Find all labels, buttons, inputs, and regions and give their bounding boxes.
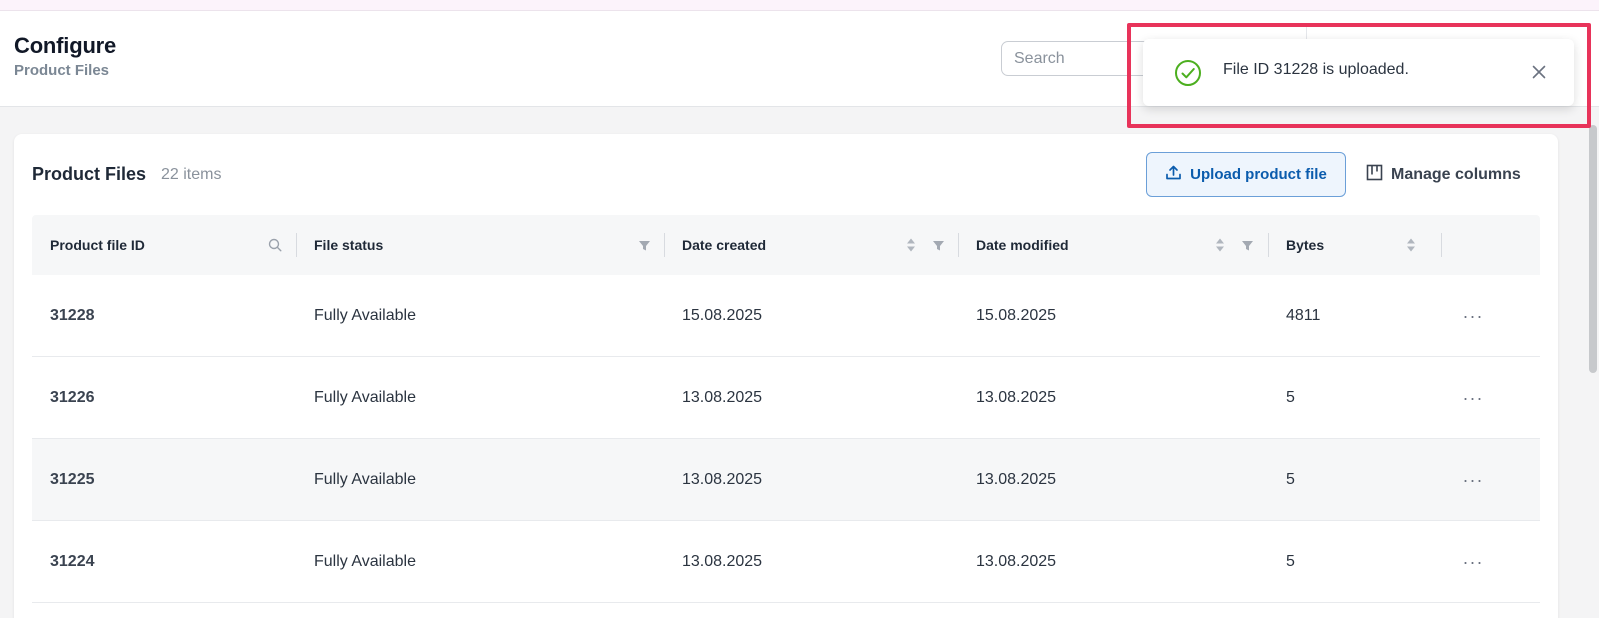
search-icon[interactable] [267,235,283,255]
more-icon[interactable]: ··· [1456,547,1490,577]
column-header-date-modified[interactable]: Date modified [976,215,1069,275]
date-modified: 13.08.2025 [976,471,1057,488]
date-created: 13.08.2025 [682,389,763,406]
upload-button-label: Upload product file [1190,166,1327,183]
date-created: 13.08.2025 [682,553,763,570]
column-separator [958,233,959,257]
toast-message: File ID 31228 is uploaded. [1223,61,1409,78]
upload-icon [1165,164,1182,185]
column-header-file-status[interactable]: File status [314,215,383,275]
table-row[interactable]: 31225 Fully Available 13.08.2025 13.08.2… [32,439,1540,521]
table-header: Product file ID File status Date created… [32,215,1540,275]
file-status: Fully Available [314,307,416,324]
column-header-product-file-id[interactable]: Product file ID [50,215,145,275]
bytes: 5 [1286,389,1295,406]
scrollbar-thumb[interactable] [1589,125,1597,373]
table-row[interactable]: 31224 Fully Available 13.08.2025 13.08.2… [32,521,1540,603]
date-created: 13.08.2025 [682,471,763,488]
table-row[interactable]: 31228 Fully Available 15.08.2025 15.08.2… [32,275,1540,357]
top-strip [0,0,1599,11]
filter-icon[interactable] [636,235,652,255]
column-separator [1441,233,1442,257]
product-files-card: Product Files 22 items Upload product fi… [14,134,1558,618]
sort-icon[interactable] [903,235,919,255]
sort-icon[interactable] [1403,235,1419,255]
card-title: Product Files [32,164,147,184]
file-status: Fully Available [314,389,416,406]
product-file-id[interactable]: 31228 [50,275,95,357]
column-separator [1268,233,1269,257]
date-modified: 13.08.2025 [976,389,1057,406]
page-title: Configure [14,33,117,58]
item-count: 22 items [161,166,222,183]
close-icon[interactable] [1527,60,1551,84]
bytes: 4811 [1286,307,1321,324]
column-header-date-created[interactable]: Date created [682,215,766,275]
upload-success-toast: File ID 31228 is uploaded. [1143,39,1574,106]
product-file-id[interactable]: 31224 [50,521,95,603]
table-row[interactable]: 31226 Fully Available 13.08.2025 13.08.2… [32,357,1540,439]
more-icon[interactable]: ··· [1456,301,1490,331]
check-circle-icon [1174,59,1202,87]
product-file-id[interactable]: 31226 [50,357,95,439]
bytes: 5 [1286,471,1295,488]
filter-icon[interactable] [1239,235,1255,255]
page-subtitle: Product Files [14,62,110,79]
bytes: 5 [1286,553,1295,570]
column-separator [664,233,665,257]
date-modified: 15.08.2025 [976,307,1057,324]
file-status: Fully Available [314,553,416,570]
product-files-table: Product file ID File status Date created… [32,215,1540,603]
column-separator [296,233,297,257]
more-icon[interactable]: ··· [1456,465,1490,495]
date-modified: 13.08.2025 [976,553,1057,570]
filter-icon[interactable] [930,235,946,255]
manage-columns-label: Manage columns [1391,165,1521,183]
sort-icon[interactable] [1212,235,1228,255]
date-created: 15.08.2025 [682,307,763,324]
product-file-id[interactable]: 31225 [50,439,95,521]
upload-product-file-button[interactable]: Upload product file [1146,152,1346,197]
file-status: Fully Available [314,471,416,488]
more-icon[interactable]: ··· [1456,383,1490,413]
columns-icon [1366,164,1383,186]
column-header-bytes[interactable]: Bytes [1286,215,1324,275]
manage-columns-button[interactable]: Manage columns [1366,152,1534,197]
